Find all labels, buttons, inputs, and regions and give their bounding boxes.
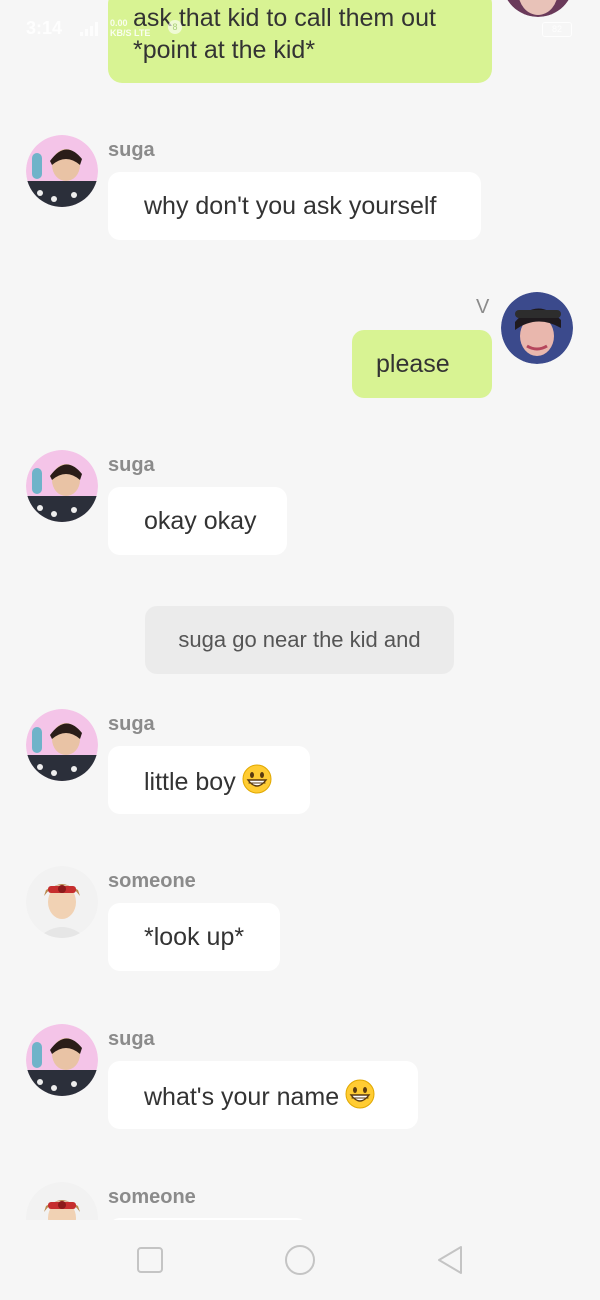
grinning-face-emoji-icon bbox=[242, 764, 272, 794]
navigation-bar bbox=[0, 1220, 600, 1300]
avatar-v[interactable] bbox=[502, 0, 574, 17]
message-text: ask that kid to call them out *point at … bbox=[133, 4, 436, 64]
avatar-someone[interactable] bbox=[26, 1182, 98, 1220]
sender-name: V bbox=[476, 296, 490, 318]
avatar-someone[interactable] bbox=[26, 866, 98, 938]
sender-name: someone bbox=[108, 870, 196, 892]
sender-name: suga bbox=[108, 1028, 155, 1050]
message-text: okay okay bbox=[144, 507, 257, 535]
grinning-face-emoji-icon bbox=[345, 1079, 375, 1109]
message-bubble-incoming[interactable]: *look up* bbox=[108, 903, 280, 971]
message-bubble-outgoing[interactable]: ask that kid to call them out *point at … bbox=[108, 0, 492, 83]
avatar-suga[interactable] bbox=[26, 1024, 98, 1096]
message-bubble-incoming[interactable]: what's your name bbox=[108, 1061, 418, 1129]
circle-icon[interactable] bbox=[283, 1243, 317, 1277]
sender-name: suga bbox=[108, 454, 155, 476]
avatar-suga[interactable] bbox=[26, 135, 98, 207]
message-text: what's your name bbox=[144, 1083, 340, 1111]
avatar-v[interactable] bbox=[501, 292, 573, 364]
message-text: *look up* bbox=[144, 923, 245, 951]
chat-thread: ask that kid to call them out *point at … bbox=[0, 0, 600, 1220]
message-text: little boy bbox=[144, 768, 236, 796]
sender-name: suga bbox=[108, 713, 155, 735]
avatar-suga[interactable] bbox=[26, 709, 98, 781]
sender-name: suga bbox=[108, 139, 155, 161]
message-bubble-incoming[interactable]: why don't you ask yourself bbox=[108, 172, 481, 240]
message-text: please bbox=[376, 350, 450, 378]
square-icon[interactable] bbox=[133, 1243, 167, 1277]
message-text: why don't you ask yourself bbox=[144, 192, 437, 220]
narration-bubble[interactable]: suga go near the kid and bbox=[145, 606, 454, 674]
message-bubble-outgoing[interactable]: please bbox=[352, 330, 492, 398]
message-bubble-incoming[interactable]: okay okay bbox=[108, 487, 287, 555]
sender-name: someone bbox=[108, 1186, 196, 1208]
triangle-back-icon[interactable] bbox=[433, 1243, 467, 1277]
narration-text: suga go near the kid and bbox=[178, 627, 421, 652]
avatar-suga[interactable] bbox=[26, 450, 98, 522]
message-bubble-incoming[interactable]: little boy bbox=[108, 746, 310, 814]
